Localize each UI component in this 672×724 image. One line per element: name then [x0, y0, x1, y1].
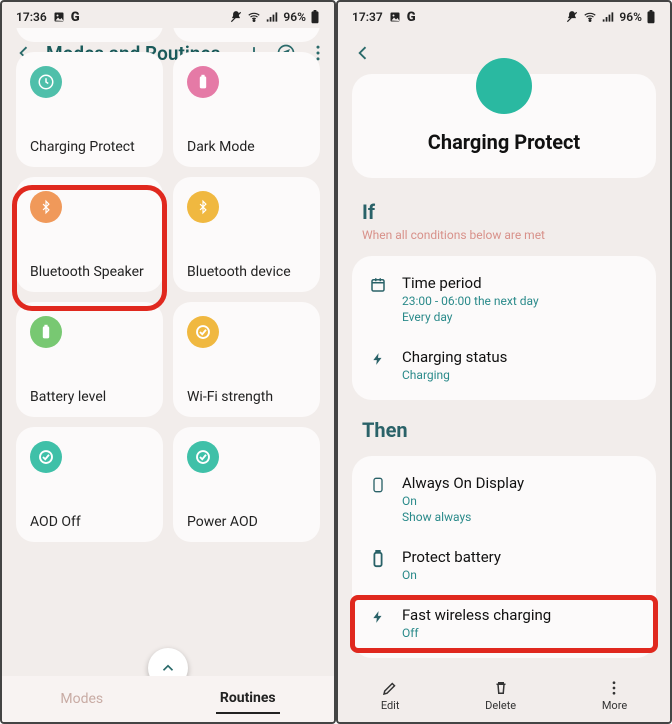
wifi-icon [583, 10, 597, 24]
card-label: AOD Off [30, 514, 149, 530]
routine-card[interactable]: Dark Mode [173, 52, 320, 167]
battery-icon [368, 550, 388, 568]
then-section-header: Then [338, 414, 670, 446]
card-label: Power AOD [187, 514, 306, 530]
image-icon [389, 11, 401, 23]
phone-right: 17:37 G 96% Charging Protect If When all… [336, 0, 672, 724]
card-label: Bluetooth Speaker [30, 264, 149, 280]
routine-card[interactable]: Power AOD [173, 427, 320, 542]
routine-hero: Charging Protect [352, 74, 656, 178]
routine-card[interactable]: Wi-Fi strength [173, 302, 320, 417]
routine-hero-icon [476, 58, 532, 114]
routines-grid: YouTube or Netflix Office Wi-Fi Charging… [2, 28, 334, 542]
check-icon [30, 441, 62, 473]
signal-icon [265, 10, 279, 24]
card-label: Office Wi-Fi [187, 28, 306, 30]
routine-card[interactable]: Office Wi-Fi [173, 28, 320, 42]
google-icon: G [71, 10, 80, 25]
routine-card[interactable]: Bluetooth Speaker [16, 177, 163, 292]
card-label: Bluetooth device [187, 264, 306, 280]
condition-charging-status[interactable]: Charging status Charging [352, 336, 656, 394]
mute-icon [229, 10, 243, 24]
row-title: Protect battery [402, 548, 640, 566]
row-sub: Show always [402, 510, 640, 524]
condition-time-period[interactable]: Time period 23:00 - 06:00 the next day E… [352, 262, 656, 336]
back-button[interactable] [350, 40, 376, 66]
card-label: Dark Mode [187, 139, 306, 155]
bluetooth-icon [187, 191, 219, 223]
tab-routines[interactable]: Routines [216, 684, 280, 714]
row-sub: On [402, 568, 640, 582]
btn-label: Delete [485, 699, 516, 712]
signal-icon [601, 10, 615, 24]
if-title: If [362, 200, 646, 224]
row-sub: Every day [402, 310, 640, 324]
row-title: Charging status [402, 348, 640, 366]
battery-icon [30, 316, 62, 348]
row-sub: Charging [402, 368, 640, 382]
battery-text: 96% [619, 10, 642, 24]
calendar-icon [368, 276, 388, 294]
routine-hero-title: Charging Protect [428, 130, 580, 154]
if-subtitle: When all conditions below are met [362, 228, 646, 242]
bolt-icon [368, 608, 388, 626]
display-icon [368, 476, 388, 494]
row-sub: 23:00 - 06:00 the next day [402, 294, 640, 308]
more-button[interactable]: More [602, 679, 627, 712]
then-list: Always On Display On Show always Protect… [352, 456, 656, 658]
phone-left: 17:36 G 96% Modes and Routines [0, 0, 336, 724]
card-label: Battery level [30, 389, 149, 405]
wifi-icon [247, 10, 261, 24]
row-sub: Off [402, 626, 640, 640]
routine-card[interactable]: Battery level [16, 302, 163, 417]
status-time: 17:37 [352, 10, 383, 24]
status-time: 17:36 [16, 10, 47, 24]
row-title: Always On Display [402, 474, 640, 492]
google-icon: G [407, 10, 416, 25]
routine-card[interactable]: YouTube or Netflix [16, 28, 163, 42]
row-title: Time period [402, 274, 640, 292]
routine-card[interactable]: AOD Off [16, 427, 163, 542]
if-section-header: If When all conditions below are met [338, 196, 670, 246]
bottom-tabs: Modes Routines [2, 676, 334, 722]
bottom-action-bar: Edit Delete More [338, 668, 670, 722]
routine-card[interactable]: Bluetooth device [173, 177, 320, 292]
btn-label: Edit [381, 699, 400, 712]
bolt-icon [368, 350, 388, 368]
row-title: Fast wireless charging [402, 606, 640, 624]
check-icon [187, 316, 219, 348]
battery-icon [187, 66, 219, 98]
battery-text: 96% [283, 10, 306, 24]
edit-button[interactable]: Edit [381, 679, 400, 712]
battery-icon [646, 10, 656, 24]
clock-icon [30, 66, 62, 98]
btn-label: More [602, 699, 627, 712]
bluetooth-icon [30, 191, 62, 223]
action-always-on-display[interactable]: Always On Display On Show always [352, 462, 656, 536]
battery-icon [310, 10, 320, 24]
image-icon [53, 11, 65, 23]
check-icon [187, 441, 219, 473]
card-label: YouTube or Netflix [30, 28, 149, 30]
tab-modes[interactable]: Modes [56, 685, 107, 713]
status-bar: 17:37 G 96% [338, 2, 670, 32]
card-label: Charging Protect [30, 139, 149, 155]
row-sub: On [402, 494, 640, 508]
if-list: Time period 23:00 - 06:00 the next day E… [352, 256, 656, 400]
delete-button[interactable]: Delete [485, 679, 516, 712]
action-fast-wireless-charging[interactable]: Fast wireless charging Off [352, 594, 656, 652]
then-title: Then [362, 418, 646, 442]
action-protect-battery[interactable]: Protect battery On [352, 536, 656, 594]
card-label: Wi-Fi strength [187, 389, 306, 405]
mute-icon [565, 10, 579, 24]
routine-card-charging-protect[interactable]: Charging Protect [16, 52, 163, 167]
